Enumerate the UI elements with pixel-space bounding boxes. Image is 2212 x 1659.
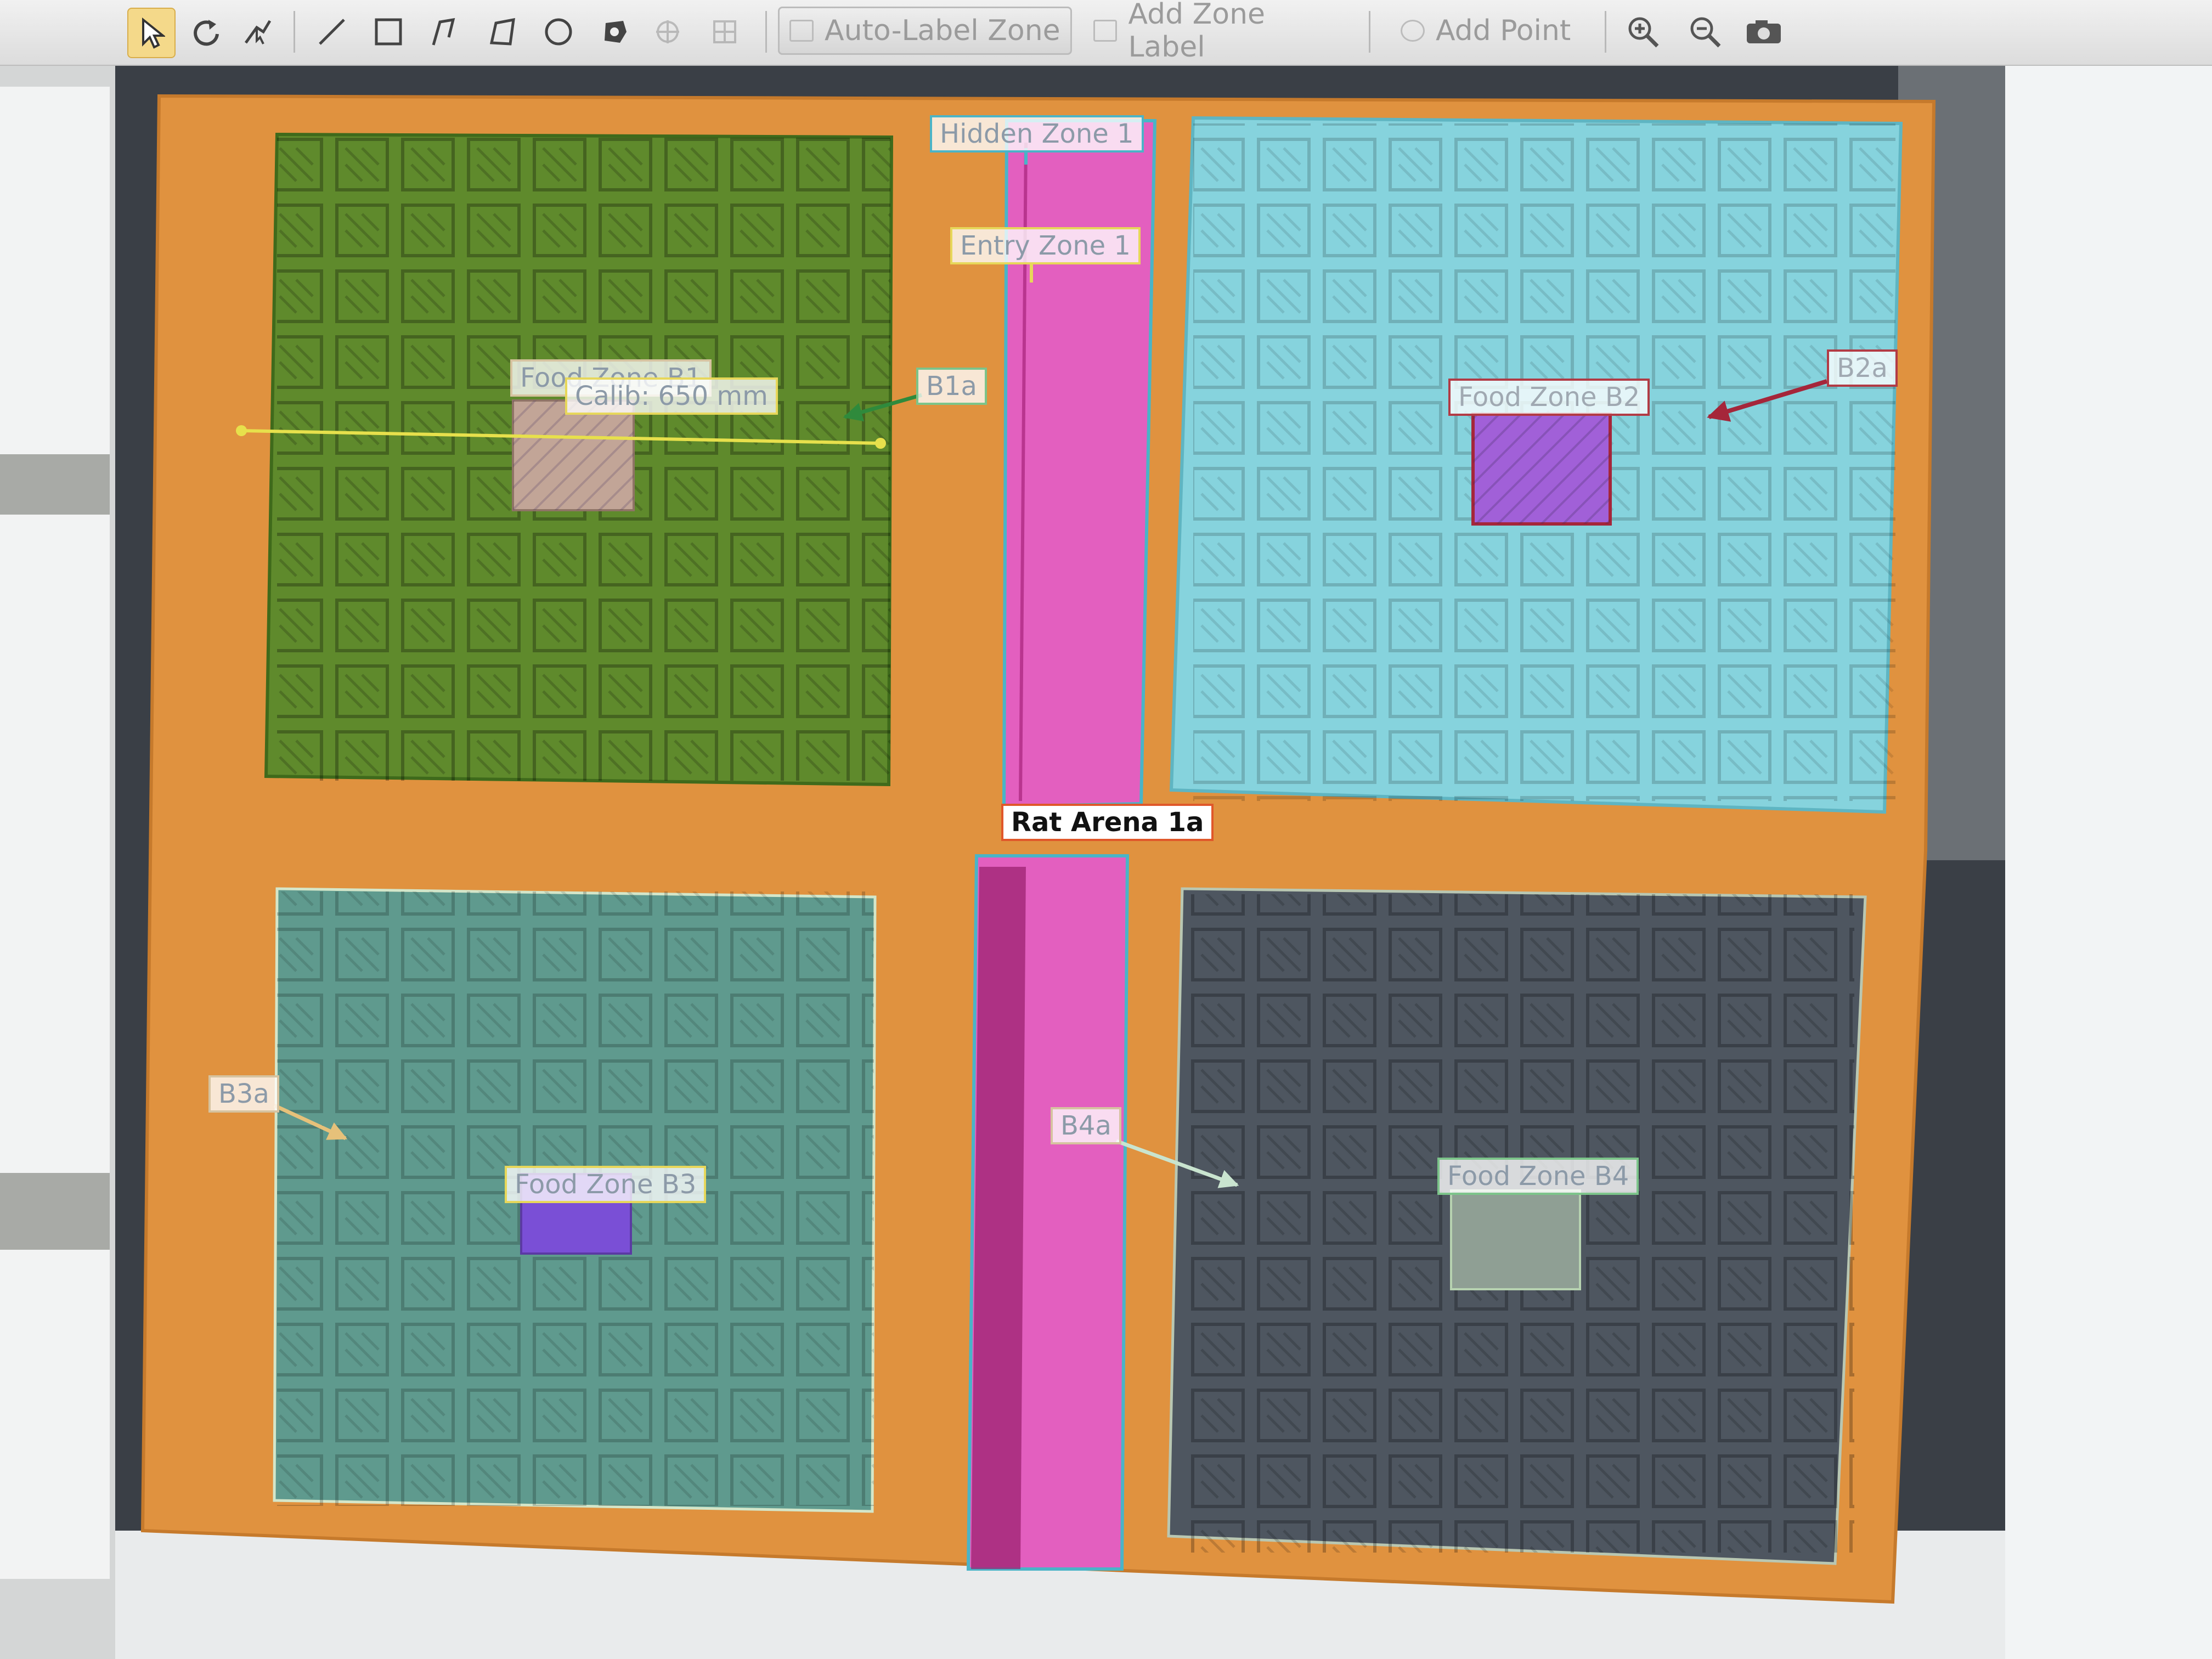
food-zone-b2-label[interactable]: Food Zone B2 — [1448, 379, 1650, 416]
auto-label-icon — [789, 20, 814, 42]
entry-zone-label[interactable]: Entry Zone 1 — [950, 227, 1141, 264]
toolbar-separator — [294, 11, 295, 53]
pointer-arrow-icon[interactable] — [127, 8, 176, 58]
add-point-button[interactable]: Add Point — [1391, 7, 1610, 55]
add-zone-label-button[interactable]: Add Zone Label — [1084, 0, 1358, 64]
polyline-icon[interactable] — [424, 8, 467, 56]
ellipse-icon[interactable] — [537, 8, 580, 56]
add-point-label: Add Point — [1436, 14, 1571, 47]
arena-label[interactable]: Rat Arena 1a — [1001, 804, 1214, 841]
zone-label-icon — [1093, 20, 1118, 42]
calibration-endpoint[interactable] — [236, 425, 247, 436]
calibration-endpoint[interactable] — [875, 438, 886, 449]
grid-icon[interactable] — [706, 8, 744, 56]
add-zone-label-label: Add Zone Label — [1128, 0, 1266, 64]
polygon-icon[interactable] — [481, 8, 524, 56]
point-select-icon[interactable] — [236, 8, 280, 56]
food-zone-b4-label[interactable]: Food Zone B4 — [1437, 1158, 1639, 1195]
line-icon[interactable] — [310, 8, 354, 56]
blob-icon[interactable] — [592, 8, 636, 56]
toolbar-separator — [1369, 11, 1370, 53]
toolbar-separator — [1605, 11, 1606, 53]
add-point-icon — [1401, 20, 1425, 42]
b4a-label[interactable]: B4a — [1051, 1107, 1121, 1144]
camera-icon[interactable] — [1742, 8, 1786, 56]
toolbar-separator — [765, 11, 767, 53]
toolbar: Auto-Label Zone Add Zone Label Add Point — [0, 0, 2212, 66]
b1a-label[interactable]: B1a — [916, 368, 987, 405]
zoom-out-icon[interactable] — [1683, 8, 1727, 56]
rotate-icon[interactable] — [184, 8, 228, 56]
calibration-label[interactable]: Calib: 650 mm — [565, 377, 778, 415]
auto-label-zone-label: Auto-Label Zone — [825, 14, 1060, 47]
zoom-in-icon[interactable] — [1621, 8, 1665, 56]
food-zone-b2-texture — [1473, 414, 1610, 524]
rectangle-icon[interactable] — [366, 8, 410, 56]
hidden-zone-label[interactable]: Hidden Zone 1 — [930, 115, 1144, 153]
b3a-label[interactable]: B3a — [208, 1075, 279, 1113]
auto-label-zone-button[interactable]: Auto-Label Zone — [778, 7, 1072, 55]
hidden-zone-shadow — [971, 867, 1026, 1569]
food-zone-b4-area[interactable] — [1450, 1189, 1581, 1290]
food-zone-b3-label[interactable]: Food Zone B3 — [505, 1166, 707, 1203]
crosshair-icon[interactable] — [648, 8, 687, 56]
b2a-label[interactable]: B2a — [1827, 349, 1898, 387]
food-zone-b1-texture — [513, 400, 634, 510]
